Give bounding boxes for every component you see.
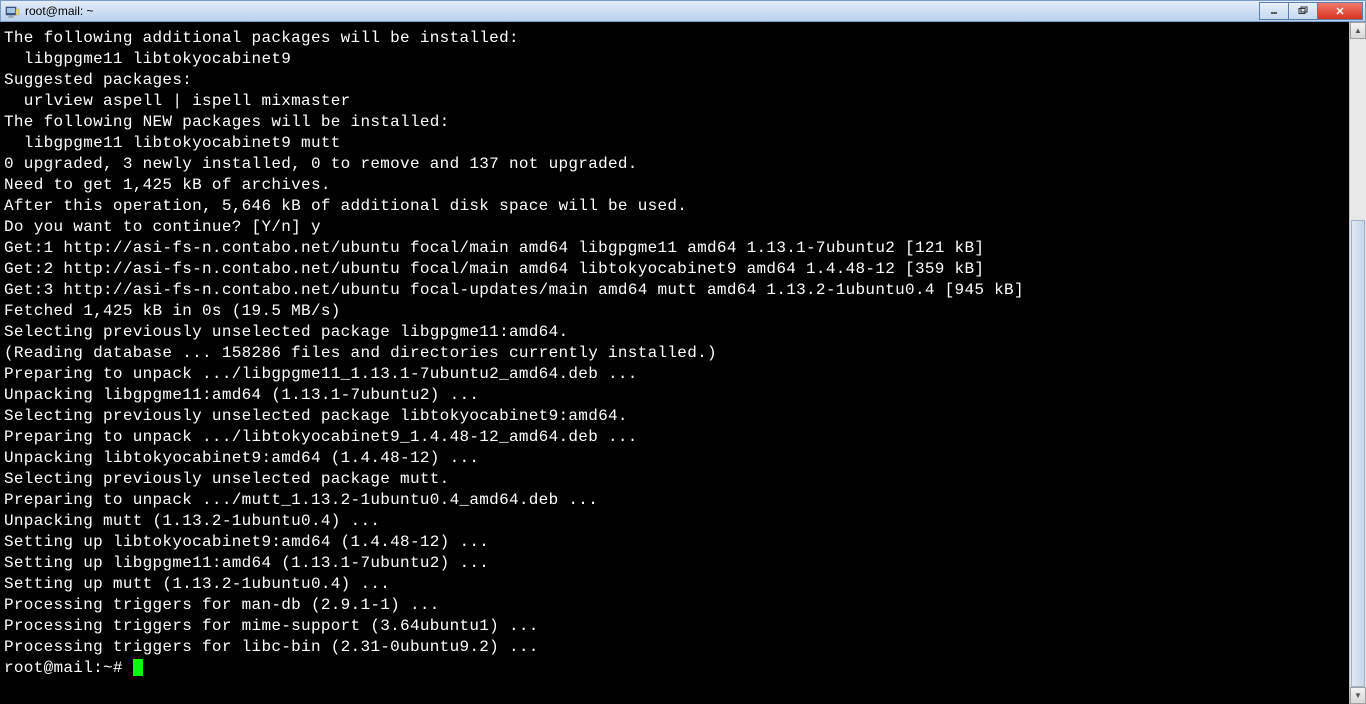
terminal-line: Unpacking libgpgme11:amd64 (1.13.1-7ubun… <box>4 385 1349 406</box>
terminal-line: Setting up libgpgme11:amd64 (1.13.1-7ubu… <box>4 553 1349 574</box>
terminal-line: (Reading database ... 158286 files and d… <box>4 343 1349 364</box>
prompt-text: root@mail:~# <box>4 659 133 677</box>
terminal-output[interactable]: The following additional packages will b… <box>0 22 1349 704</box>
terminal-line: Selecting previously unselected package … <box>4 322 1349 343</box>
vertical-scrollbar[interactable]: ▲ ▼ <box>1349 22 1366 704</box>
terminal-line: Processing triggers for man-db (2.9.1-1)… <box>4 595 1349 616</box>
terminal-line: Unpacking mutt (1.13.2-1ubuntu0.4) ... <box>4 511 1349 532</box>
terminal-line: Get:1 http://asi-fs-n.contabo.net/ubuntu… <box>4 238 1349 259</box>
close-button[interactable] <box>1317 2 1363 20</box>
terminal-line: Suggested packages: <box>4 70 1349 91</box>
terminal-line: The following additional packages will b… <box>4 28 1349 49</box>
terminal-line: Selecting previously unselected package … <box>4 469 1349 490</box>
terminal-line: Preparing to unpack .../libgpgme11_1.13.… <box>4 364 1349 385</box>
terminal-line: Preparing to unpack .../mutt_1.13.2-1ubu… <box>4 490 1349 511</box>
terminal-line: The following NEW packages will be insta… <box>4 112 1349 133</box>
terminal-line: Processing triggers for libc-bin (2.31-0… <box>4 637 1349 658</box>
scroll-up-button[interactable]: ▲ <box>1350 22 1366 39</box>
scroll-track[interactable] <box>1350 39 1366 687</box>
terminal-line: Fetched 1,425 kB in 0s (19.5 MB/s) <box>4 301 1349 322</box>
terminal-line: Setting up mutt (1.13.2-1ubuntu0.4) ... <box>4 574 1349 595</box>
terminal-line: libgpgme11 libtokyocabinet9 mutt <box>4 133 1349 154</box>
terminal-line: Unpacking libtokyocabinet9:amd64 (1.4.48… <box>4 448 1349 469</box>
cursor <box>133 659 143 676</box>
minimize-button[interactable] <box>1259 2 1289 20</box>
terminal-area: The following additional packages will b… <box>0 22 1366 704</box>
terminal-line: Setting up libtokyocabinet9:amd64 (1.4.4… <box>4 532 1349 553</box>
maximize-button[interactable] <box>1288 2 1318 20</box>
putty-window: root@mail: ~ The following additional pa… <box>0 0 1366 704</box>
terminal-line: 0 upgraded, 3 newly installed, 0 to remo… <box>4 154 1349 175</box>
titlebar[interactable]: root@mail: ~ <box>0 0 1366 22</box>
terminal-line: Get:3 http://asi-fs-n.contabo.net/ubuntu… <box>4 280 1349 301</box>
terminal-line: Selecting previously unselected package … <box>4 406 1349 427</box>
terminal-line: Do you want to continue? [Y/n] y <box>4 217 1349 238</box>
window-title: root@mail: ~ <box>25 4 94 18</box>
window-controls <box>1260 2 1363 20</box>
terminal-line: urlview aspell | ispell mixmaster <box>4 91 1349 112</box>
scroll-thumb[interactable] <box>1351 220 1365 687</box>
putty-icon <box>5 3 21 19</box>
terminal-line: Get:2 http://asi-fs-n.contabo.net/ubuntu… <box>4 259 1349 280</box>
terminal-line: Processing triggers for mime-support (3.… <box>4 616 1349 637</box>
terminal-line: After this operation, 5,646 kB of additi… <box>4 196 1349 217</box>
terminal-line: Need to get 1,425 kB of archives. <box>4 175 1349 196</box>
prompt-line[interactable]: root@mail:~# <box>4 658 1349 679</box>
scroll-down-button[interactable]: ▼ <box>1350 687 1366 704</box>
terminal-line: Preparing to unpack .../libtokyocabinet9… <box>4 427 1349 448</box>
terminal-line: libgpgme11 libtokyocabinet9 <box>4 49 1349 70</box>
